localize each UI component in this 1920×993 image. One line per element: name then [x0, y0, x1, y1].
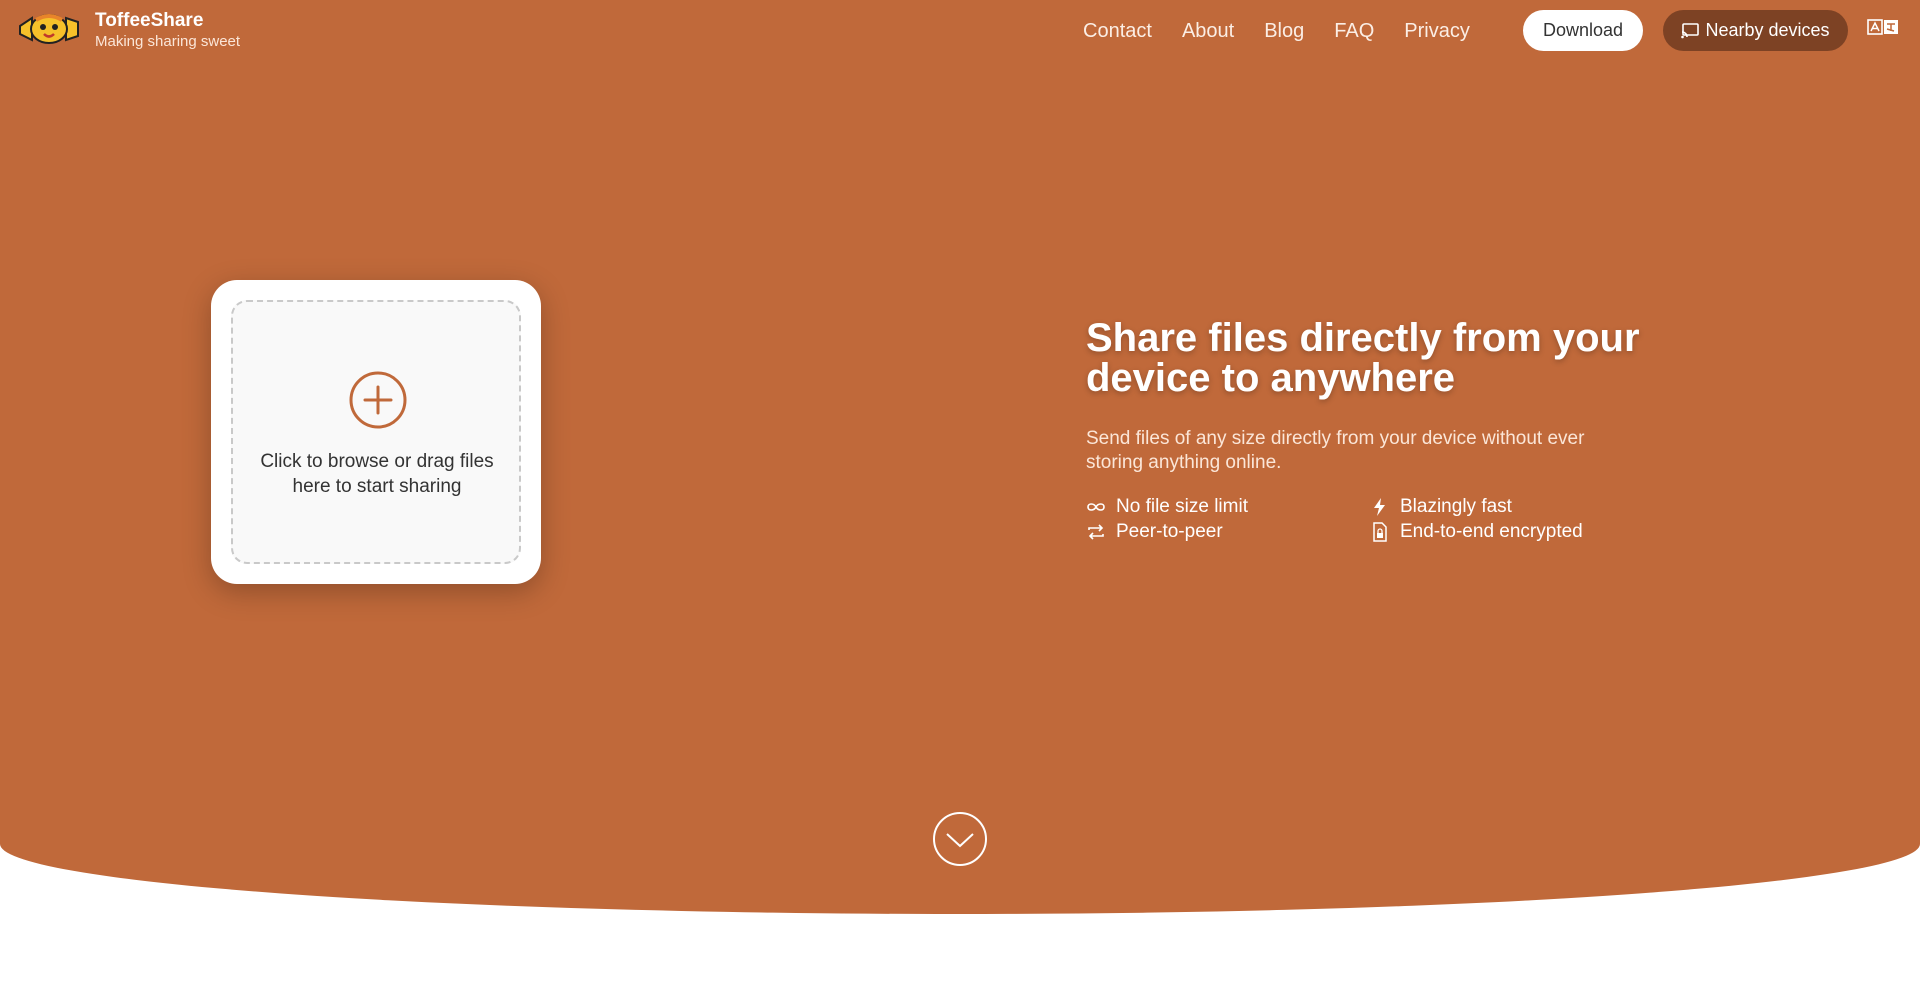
brand-tagline: Making sharing sweet	[95, 33, 241, 50]
nearby-devices-button[interactable]: Nearby devices	[1663, 10, 1848, 51]
nearby-devices-label: Nearby devices	[1705, 20, 1830, 40]
feature-item: No file size limit	[1086, 496, 1248, 518]
feature-label: Blazingly fast	[1400, 496, 1512, 517]
feature-label: Peer-to-peer	[1116, 521, 1223, 542]
infinity-icon	[1087, 503, 1105, 511]
chevron-down-icon	[946, 833, 974, 848]
dropzone-text: Click to browse or drag files here to st…	[260, 451, 494, 497]
brand-name[interactable]: ToffeeShare	[95, 10, 203, 32]
hero-headline: Share files directly from your device to…	[1086, 316, 1640, 400]
hero-subtext: Send files of any size directly from you…	[1086, 428, 1585, 473]
bolt-icon	[1374, 498, 1385, 516]
feature-item: End-to-end encrypted	[1370, 521, 1583, 543]
lock-file-icon	[1373, 522, 1387, 542]
cast-icon	[1681, 22, 1700, 38]
nav-privacy[interactable]: Privacy	[1404, 20, 1470, 43]
nav-blog[interactable]: Blog	[1264, 20, 1304, 43]
feature-item: Blazingly fast	[1370, 496, 1512, 518]
scroll-down-button[interactable]	[932, 811, 988, 867]
feature-label: No file size limit	[1116, 496, 1248, 517]
upload-card: Click to browse or drag files here to st…	[211, 280, 541, 584]
candy-logo-icon[interactable]	[18, 8, 80, 50]
download-button[interactable]: Download	[1523, 10, 1643, 51]
feature-label: End-to-end encrypted	[1400, 521, 1583, 542]
feature-item: Peer-to-peer	[1086, 521, 1223, 543]
download-button-label: Download	[1542, 20, 1624, 40]
nav-contact[interactable]: Contact	[1083, 20, 1152, 43]
translate-icon[interactable]	[1867, 18, 1901, 38]
header: ToffeeShare Making sharing sweet Contact…	[0, 0, 1920, 62]
main-nav: Contact About Blog FAQ Privacy	[1083, 20, 1500, 43]
nav-faq[interactable]: FAQ	[1334, 20, 1374, 43]
file-dropzone[interactable]: Click to browse or drag files here to st…	[231, 300, 521, 564]
swap-icon	[1088, 524, 1104, 540]
plus-circle-icon[interactable]	[348, 370, 408, 430]
nav-about[interactable]: About	[1182, 20, 1234, 43]
